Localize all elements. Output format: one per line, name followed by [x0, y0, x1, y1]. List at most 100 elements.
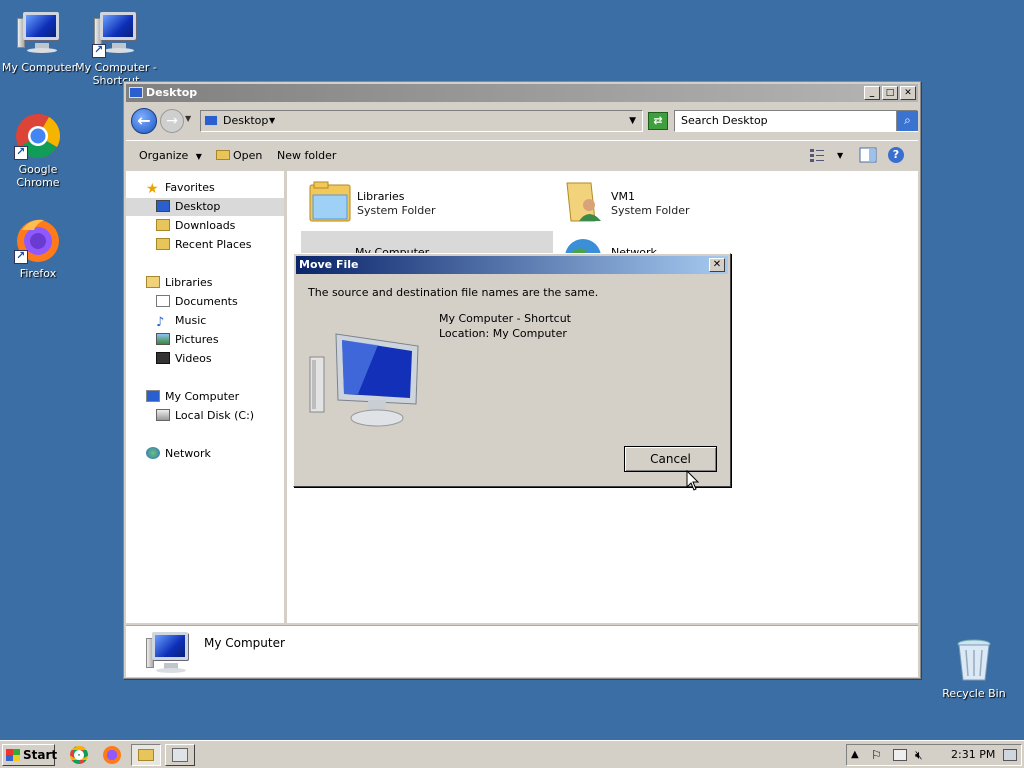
downloads-folder-icon: [156, 219, 170, 231]
music-icon: ♪: [156, 315, 165, 330]
start-label: Start: [23, 748, 58, 762]
firefox-taskbar-icon[interactable]: [103, 746, 121, 764]
computer-icon: [15, 10, 63, 58]
window-title: Desktop: [146, 86, 198, 99]
nav-local-disk[interactable]: Local Disk (C:): [156, 407, 254, 425]
file-item-vm1[interactable]: VM1 System Folder: [557, 175, 807, 227]
show-hidden-icons-icon[interactable]: ▲: [851, 745, 859, 765]
star-icon: ★: [146, 181, 159, 197]
firefox-icon: [14, 216, 62, 264]
maximize-button[interactable]: □: [882, 86, 898, 100]
explorer-titlebar[interactable]: Desktop _ □ ✕: [126, 84, 918, 102]
dialog-close-button[interactable]: ✕: [709, 258, 725, 272]
nav-pictures[interactable]: Pictures: [156, 331, 219, 349]
shortcut-arrow-icon: [92, 43, 106, 58]
refresh-button[interactable]: ⇄: [648, 112, 668, 130]
desktop-icon: [156, 200, 170, 212]
system-tray: ▲ ⚐ 🔇︎ 2:31 PM: [846, 744, 1022, 766]
open-button[interactable]: Open: [216, 149, 262, 162]
pictures-icon: [156, 333, 170, 345]
desktop-icon-label: Google Chrome: [16, 163, 60, 189]
move-file-dialog: Move File ✕ The source and destination f…: [293, 253, 731, 487]
nav-label: My Computer: [165, 390, 240, 403]
dialog-title: Move File: [299, 258, 359, 271]
nav-libraries[interactable]: Libraries: [146, 274, 213, 292]
computer-icon: [308, 332, 426, 432]
breadcrumb-arrow-icon[interactable]: ▼: [269, 111, 275, 131]
file-name: Libraries: [357, 190, 405, 203]
close-button[interactable]: ✕: [900, 86, 916, 100]
desktop-icon-firefox[interactable]: Firefox: [0, 216, 80, 280]
organize-label: Organize: [139, 149, 189, 162]
dialog-titlebar[interactable]: Move File ✕: [296, 256, 728, 274]
details-title: My Computer: [204, 636, 285, 650]
back-button[interactable]: ←: [131, 108, 157, 134]
documents-icon: [156, 295, 170, 307]
network-icon: [146, 447, 160, 459]
nav-network[interactable]: Network: [146, 445, 211, 463]
start-button[interactable]: Start: [2, 744, 58, 766]
desktop-icon-my-computer-shortcut[interactable]: My Computer - Shortcut: [74, 10, 158, 87]
nav-label: Recent Places: [175, 238, 252, 251]
desktop-icon-my-computer[interactable]: My Computer: [0, 10, 81, 74]
mouse-cursor-icon: [686, 470, 700, 491]
libraries-folder-icon: [307, 179, 353, 225]
file-type: System Folder: [357, 204, 436, 217]
clock[interactable]: 2:31 PM: [951, 745, 995, 765]
nav-label: Pictures: [175, 333, 219, 346]
nav-videos[interactable]: Videos: [156, 350, 212, 368]
search-input[interactable]: Search Desktop ⌕: [674, 110, 918, 132]
nav-recent-places[interactable]: Recent Places: [156, 236, 252, 254]
file-item-libraries[interactable]: Libraries System Folder: [303, 175, 553, 227]
desktop-icon-label: Recycle Bin: [942, 687, 1006, 700]
volume-muted-icon[interactable]: 🔇︎: [915, 745, 923, 765]
chrome-taskbar-icon[interactable]: [70, 746, 88, 764]
computer-icon: [146, 390, 160, 402]
explorer-taskbar-button[interactable]: [131, 744, 161, 766]
address-bar[interactable]: Desktop ▼ ▼: [200, 110, 643, 132]
move-dialog-taskbar-button[interactable]: [165, 744, 195, 766]
nav-downloads[interactable]: Downloads: [156, 217, 235, 235]
command-bar: Organize ▼ Open New folder ▼ ?: [126, 140, 918, 170]
action-center-flag-icon[interactable]: ⚐: [871, 745, 882, 765]
organize-button[interactable]: Organize ▼: [139, 149, 202, 162]
desktop-icon: [129, 87, 143, 98]
app-icon: [172, 748, 188, 762]
folder-icon: [138, 749, 154, 761]
address-dropdown-icon[interactable]: ▼: [629, 111, 636, 131]
open-label: Open: [233, 149, 263, 162]
help-icon[interactable]: ?: [888, 147, 904, 163]
user-folder-icon: [561, 179, 607, 225]
nav-music[interactable]: ♪ Music: [156, 312, 206, 330]
views-icon[interactable]: [809, 147, 825, 163]
desktop-icon-recycle-bin[interactable]: Recycle Bin: [932, 636, 1016, 700]
nav-favorites[interactable]: ★ Favorites: [146, 179, 276, 197]
nav-desktop[interactable]: Desktop: [126, 198, 284, 216]
search-icon[interactable]: ⌕: [896, 111, 918, 131]
chrome-icon: [14, 112, 62, 160]
minimize-button[interactable]: _: [864, 86, 880, 100]
nav-label: Music: [175, 314, 207, 327]
preview-pane-icon[interactable]: [859, 147, 877, 163]
forward-button[interactable]: →: [160, 109, 184, 133]
dialog-file-location: Location: My Computer: [439, 327, 567, 340]
nav-label: Network: [165, 447, 211, 460]
new-folder-button[interactable]: New folder: [277, 149, 336, 162]
desktop-icon: [204, 115, 218, 126]
views-dropdown-icon[interactable]: ▼: [837, 151, 843, 160]
nav-label: Videos: [175, 352, 212, 365]
dialog-file-name: My Computer - Shortcut: [439, 312, 571, 325]
network-tray-icon[interactable]: [893, 749, 907, 761]
show-desktop-icon[interactable]: [1003, 749, 1017, 761]
recycle-bin-icon: [950, 636, 998, 684]
desktop-icon-label: Firefox: [19, 267, 57, 280]
recent-places-icon: [156, 238, 170, 250]
nav-label: Desktop: [175, 200, 221, 213]
taskbar: Start ▲ ⚐ 🔇︎ 2:31 PM: [0, 740, 1024, 768]
nav-documents[interactable]: Documents: [156, 293, 238, 311]
nav-my-computer[interactable]: My Computer: [146, 388, 239, 406]
cancel-button[interactable]: Cancel: [624, 446, 717, 472]
desktop-icon-google-chrome[interactable]: Google Chrome: [0, 112, 80, 189]
recent-pages-dropdown[interactable]: ▼: [185, 114, 191, 123]
nav-label: Favorites: [165, 181, 215, 194]
